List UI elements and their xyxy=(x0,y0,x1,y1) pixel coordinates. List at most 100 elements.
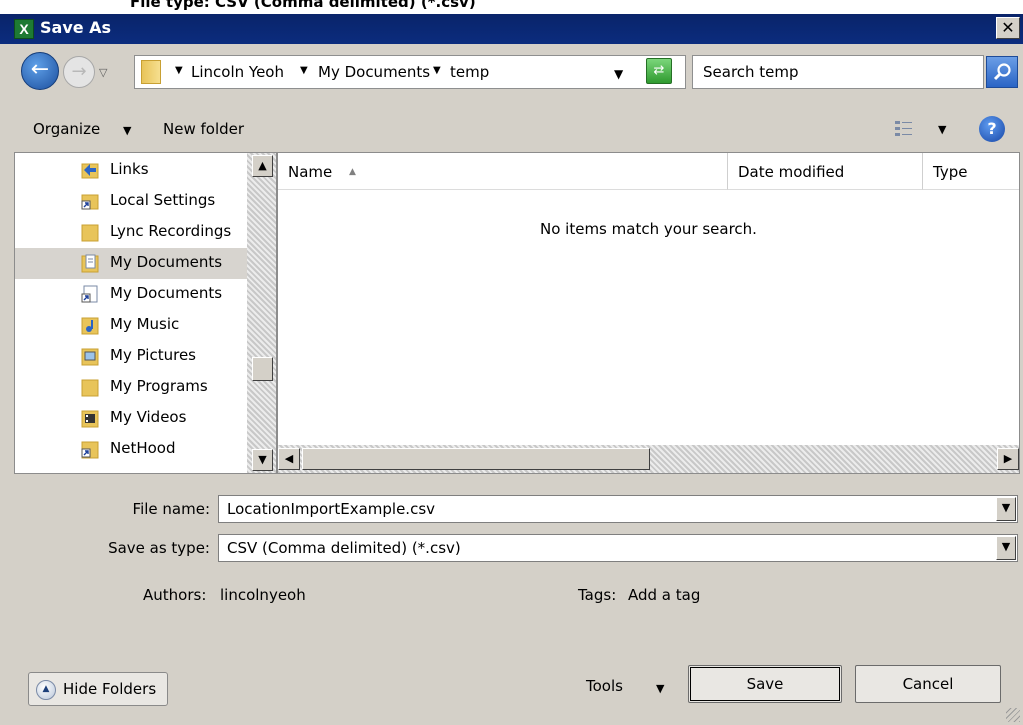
nav-item-my-videos[interactable]: My Videos xyxy=(15,403,247,434)
authors-label: Authors: xyxy=(143,586,207,604)
search-button[interactable] xyxy=(986,56,1018,88)
forward-arrow-icon: → xyxy=(71,61,87,82)
resize-grip[interactable] xyxy=(1006,708,1020,722)
scrollbar-thumb[interactable] xyxy=(252,357,273,381)
navigation-pane[interactable]: Links Local Settings Lync Recordings My … xyxy=(14,152,277,474)
documents-folder-icon xyxy=(81,253,99,273)
nav-item-label: My Pictures xyxy=(110,346,196,364)
search-icon xyxy=(993,63,1011,81)
new-folder-button[interactable]: New folder xyxy=(163,120,244,138)
save-button[interactable]: Save xyxy=(688,665,842,703)
refresh-button[interactable]: ⇄ xyxy=(646,58,672,84)
nav-item-my-documents-shortcut[interactable]: My Documents xyxy=(15,279,247,310)
back-arrow-icon: ← xyxy=(30,57,50,82)
scrollbar-thumb[interactable] xyxy=(302,448,650,470)
nav-item-label: Lync Recordings xyxy=(110,222,232,240)
save-as-type-value: CSV (Comma delimited) (*.csv) xyxy=(227,539,461,557)
breadcrumb-arrow-icon[interactable]: ▼ xyxy=(300,65,308,76)
file-name-label: File name: xyxy=(132,500,210,518)
refresh-icon: ⇄ xyxy=(653,63,665,78)
folder-icon xyxy=(81,222,99,242)
nav-item-local-settings[interactable]: Local Settings xyxy=(15,186,247,217)
documents-shortcut-icon xyxy=(81,284,99,304)
navigation-scrollbar[interactable]: ▲ ▼ xyxy=(247,153,276,473)
music-folder-icon xyxy=(81,315,99,335)
search-placeholder: Search temp xyxy=(703,63,799,81)
recent-locations-dropdown[interactable]: ▽ xyxy=(99,66,107,79)
column-header-label: Date modified xyxy=(738,163,845,181)
scroll-right-button[interactable]: ▶ xyxy=(997,448,1019,470)
chevron-down-icon[interactable]: ▼ xyxy=(996,497,1016,521)
scroll-up-button[interactable]: ▲ xyxy=(252,155,273,177)
address-dropdown-icon[interactable]: ▼ xyxy=(614,67,623,81)
videos-folder-icon xyxy=(81,408,99,428)
breadcrumb-arrow-icon[interactable]: ▼ xyxy=(433,65,441,76)
empty-list-message: No items match your search. xyxy=(540,220,757,238)
organize-button[interactable]: Organize xyxy=(33,120,100,138)
help-button[interactable]: ? xyxy=(979,116,1005,142)
window-title: Save As xyxy=(40,18,112,37)
nav-item-label: My Music xyxy=(110,315,180,333)
breadcrumb-my-documents[interactable]: My Documents xyxy=(318,63,430,81)
address-bar[interactable]: ▼ Lincoln Yeoh ▼ My Documents ▼ temp xyxy=(134,55,686,89)
command-bar: Organize ▼ New folder ▼ ? xyxy=(14,108,1020,152)
nav-item-my-programs[interactable]: My Programs xyxy=(15,372,247,403)
chevron-down-icon[interactable]: ▼ xyxy=(123,124,131,137)
nav-item-label: My Programs xyxy=(110,377,208,395)
authors-value[interactable]: lincolnyeoh xyxy=(220,586,306,604)
nav-item-nethood[interactable]: NetHood xyxy=(15,434,247,465)
file-list[interactable]: Name ▲ Date modified Type No items match… xyxy=(277,152,1020,474)
breadcrumb-temp[interactable]: temp xyxy=(450,63,489,81)
column-header-label: Type xyxy=(933,163,968,181)
nav-item-links[interactable]: Links xyxy=(15,155,247,186)
sort-ascending-icon: ▲ xyxy=(349,167,356,177)
column-header-type[interactable]: Type xyxy=(923,153,1019,190)
search-input[interactable]: Search temp xyxy=(692,55,984,89)
file-list-horizontal-scrollbar[interactable]: ◀ ▶ xyxy=(278,445,1019,473)
background-window-strip: File type: CSV (Comma delimited) (*.csv) xyxy=(0,0,1023,14)
folder-icon xyxy=(141,60,161,84)
excel-icon: X xyxy=(14,19,34,39)
save-as-type-label: Save as type: xyxy=(108,539,210,557)
nav-item-label: Local Settings xyxy=(110,191,216,209)
column-header-name[interactable]: Name ▲ xyxy=(278,153,728,190)
views-dropdown-icon[interactable]: ▼ xyxy=(938,123,946,136)
cancel-button[interactable]: Cancel xyxy=(855,665,1001,703)
views-icon[interactable] xyxy=(894,119,914,137)
forward-button[interactable]: → xyxy=(63,56,95,88)
breadcrumb-lincoln-yeoh[interactable]: Lincoln Yeoh xyxy=(191,63,284,81)
title-bar[interactable]: X Save As ✕ xyxy=(0,14,1023,44)
tools-button[interactable]: Tools xyxy=(586,677,623,695)
file-name-field[interactable]: LocationImportExample.csv ▼ xyxy=(218,495,1018,523)
nav-item-label: My Videos xyxy=(110,408,187,426)
column-header-label: Name xyxy=(288,163,333,181)
links-folder-icon xyxy=(81,160,99,180)
close-button[interactable]: ✕ xyxy=(996,17,1020,39)
nav-item-label: My Documents xyxy=(110,284,223,302)
nav-item-my-documents[interactable]: My Documents xyxy=(15,248,247,279)
chevron-down-icon[interactable]: ▼ xyxy=(996,536,1016,560)
nav-item-label: Links xyxy=(110,160,149,178)
nav-item-my-music[interactable]: My Music xyxy=(15,310,247,341)
nav-item-label: My Documents xyxy=(110,253,223,271)
nav-item-lync-recordings[interactable]: Lync Recordings xyxy=(15,217,247,248)
hide-folders-button[interactable]: ▲ Hide Folders xyxy=(28,672,168,706)
save-as-type-select[interactable]: CSV (Comma delimited) (*.csv) ▼ xyxy=(218,534,1018,562)
nav-item-label: NetHood xyxy=(110,439,176,457)
pictures-folder-icon xyxy=(81,346,99,366)
nav-item-my-pictures[interactable]: My Pictures xyxy=(15,341,247,372)
folder-icon xyxy=(81,377,99,397)
file-name-value: LocationImportExample.csv xyxy=(227,500,436,518)
shortcut-icon xyxy=(81,191,99,211)
tags-input[interactable]: Add a tag xyxy=(628,586,700,604)
scroll-left-button[interactable]: ◀ xyxy=(278,448,300,470)
column-header-date-modified[interactable]: Date modified xyxy=(728,153,923,190)
scroll-down-button[interactable]: ▼ xyxy=(252,449,273,471)
hide-folders-label: Hide Folders xyxy=(63,680,157,698)
background-window-text: File type: CSV (Comma delimited) (*.csv) xyxy=(130,0,476,11)
back-button[interactable]: ← xyxy=(21,52,59,90)
breadcrumb-arrow-icon[interactable]: ▼ xyxy=(175,65,183,76)
chevron-up-icon: ▲ xyxy=(36,680,56,700)
chevron-down-icon[interactable]: ▼ xyxy=(656,682,664,695)
tags-label: Tags: xyxy=(578,586,617,604)
